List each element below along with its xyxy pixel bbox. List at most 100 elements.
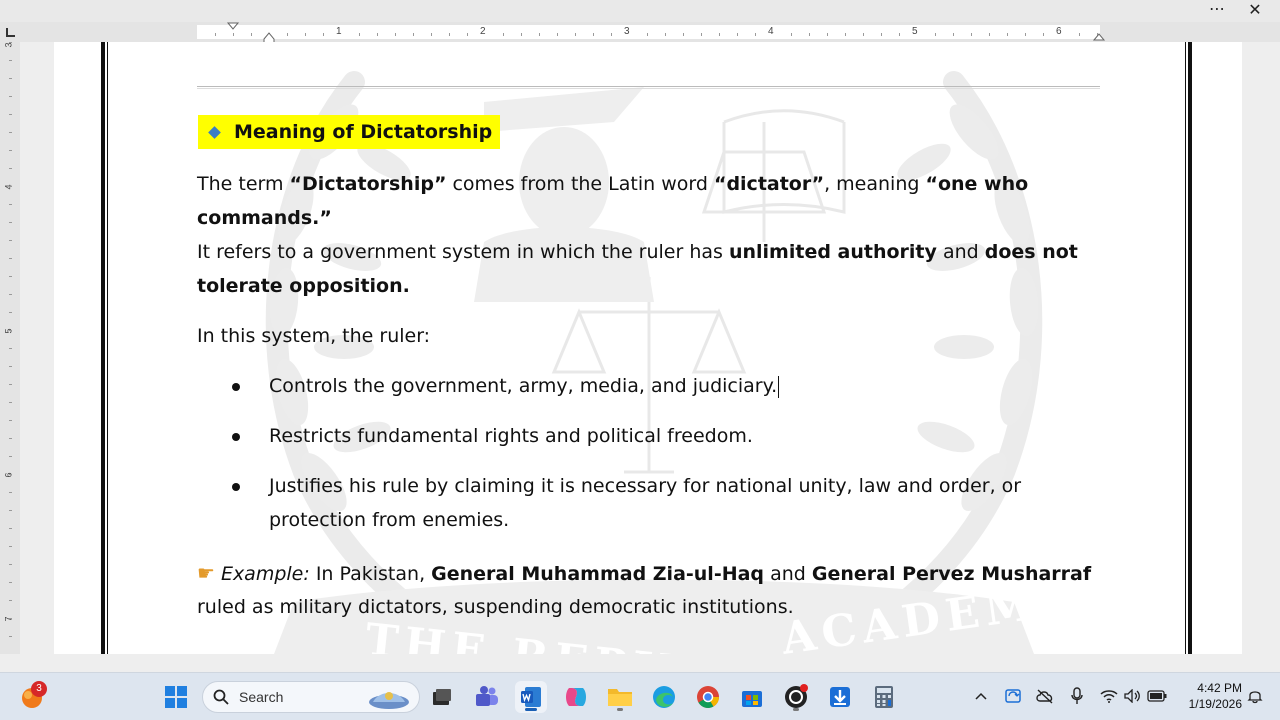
- ruler-number: 5: [912, 26, 918, 37]
- onedrive-button[interactable]: [1034, 685, 1056, 707]
- paragraph-2-line-1[interactable]: It refers to a government system in whic…: [197, 235, 1078, 269]
- download-icon: [830, 687, 850, 707]
- vertical-scrollbar[interactable]: [1264, 42, 1280, 654]
- list-item-1[interactable]: Controls the government, army, media, an…: [269, 369, 780, 403]
- ruler-tick: [9, 582, 12, 583]
- system-clock[interactable]: 4:42 PM 1/19/2026: [1178, 680, 1242, 712]
- tab-selector-icon[interactable]: [6, 28, 15, 37]
- chrome-button[interactable]: [692, 681, 724, 713]
- pointing-hand-icon: ☛: [197, 561, 215, 585]
- show-hidden-icons-button[interactable]: [970, 685, 992, 707]
- ruler-tick: [1025, 33, 1026, 36]
- list-item-3[interactable]: Justifies his rule by claiming it is nec…: [269, 469, 1021, 503]
- vertical-ruler[interactable]: 3 4 5 6 7: [0, 42, 20, 654]
- ruler-tick: [9, 312, 12, 313]
- word-button[interactable]: [515, 681, 547, 713]
- battery-button[interactable]: [1146, 685, 1168, 707]
- horizontal-ruler[interactable]: 1 2 3 4 5 6: [0, 22, 1280, 44]
- ruler-tick: [737, 33, 738, 36]
- microphone-icon: [1071, 687, 1083, 704]
- ruler-tick: [9, 564, 12, 565]
- ruler-tick: [9, 546, 12, 547]
- ruler-tick: [9, 348, 12, 349]
- ruler-tick: [305, 33, 306, 36]
- bold-term: unlimited authority: [728, 241, 937, 263]
- ruler-tick: [9, 42, 12, 43]
- bold-term: “dictator”: [713, 173, 825, 195]
- taskbar-search-box[interactable]: Search: [202, 681, 420, 713]
- edge-button[interactable]: [648, 681, 680, 713]
- diamond-bullet-icon: [208, 125, 221, 139]
- ruler-tick: [611, 33, 612, 36]
- ruler-tick: [9, 528, 12, 529]
- widgets-button[interactable]: 3: [16, 681, 48, 713]
- running-indicator: [617, 708, 623, 711]
- close-button[interactable]: ✕: [1244, 0, 1266, 20]
- bold-term: General Pervez Musharraf: [811, 563, 1092, 585]
- file-explorer-button[interactable]: [604, 681, 636, 713]
- ruler-tick: [9, 294, 12, 295]
- example-line-1[interactable]: ☛ Example: In Pakistan, General Muhammad …: [197, 556, 1091, 591]
- microphone-button[interactable]: [1066, 685, 1088, 707]
- chatgpt-icon: [785, 684, 808, 708]
- ruler-tick: [9, 276, 12, 277]
- volume-button[interactable]: [1122, 685, 1144, 707]
- sync-button[interactable]: [1002, 685, 1024, 707]
- bold-term: does not: [984, 241, 1078, 263]
- example-line-2[interactable]: ruled as military dictators, suspending …: [197, 590, 794, 624]
- section-heading[interactable]: Meaning of Dictatorship: [198, 115, 501, 149]
- calculator-icon: [875, 686, 893, 708]
- task-view-button[interactable]: [426, 681, 458, 713]
- text-run: The term: [197, 173, 290, 195]
- start-button[interactable]: [160, 681, 192, 713]
- ruler-tick: [431, 33, 432, 36]
- search-label: Search: [239, 689, 284, 705]
- search-icon: [213, 689, 229, 705]
- ruler-tick: [557, 33, 558, 36]
- ruler-tick: [539, 33, 540, 36]
- right-indent-marker[interactable]: [1092, 32, 1106, 42]
- wifi-button[interactable]: [1098, 685, 1120, 707]
- taskbar: 3 Search 4:42 PM 1/19/2026: [0, 672, 1280, 720]
- paragraph-1-line-1[interactable]: The term “Dictatorship” comes from the L…: [197, 167, 1028, 201]
- ruler-tick: [9, 186, 12, 187]
- calculator-button[interactable]: [868, 681, 900, 713]
- teams-icon: [476, 686, 498, 706]
- paragraph-3[interactable]: In this system, the ruler:: [197, 319, 430, 353]
- downloads-button[interactable]: [824, 681, 856, 713]
- ruler-tick: [9, 168, 12, 169]
- ruler-tick: [9, 384, 12, 385]
- text-run: comes from the Latin word: [446, 173, 714, 195]
- ruler-tick: [449, 33, 450, 36]
- bottom-strip: [0, 654, 1280, 672]
- clock-time: 4:42 PM: [1197, 681, 1242, 695]
- ruler-tick: [899, 33, 900, 36]
- ruler-tick: [845, 33, 846, 36]
- chatgpt-button[interactable]: [780, 681, 812, 713]
- ruler-tick: [755, 33, 756, 36]
- notifications-button[interactable]: [1244, 685, 1266, 707]
- microsoft-store-button[interactable]: [736, 681, 768, 713]
- ruler-tick: [9, 636, 12, 637]
- list-item-2[interactable]: Restricts fundamental rights and politic…: [269, 419, 753, 453]
- paragraph-1-line-2[interactable]: commands.”: [197, 201, 332, 235]
- ruler-tick: [9, 222, 12, 223]
- list-item-3-continued[interactable]: protection from enemies.: [269, 503, 509, 537]
- ruler-tick: [9, 240, 12, 241]
- copilot-button[interactable]: [560, 681, 592, 713]
- first-line-indent-marker[interactable]: [226, 22, 240, 32]
- header-separator: [197, 86, 1100, 89]
- ruler-tick: [287, 33, 288, 36]
- ruler-tick: [9, 510, 12, 511]
- document-page[interactable]: THE REPU ACADEMY Meaning of Dictatorship…: [54, 42, 1242, 654]
- ruler-tick: [1007, 33, 1008, 36]
- ruler-tick: [413, 33, 414, 36]
- ruler-tick: [9, 456, 12, 457]
- more-options-button[interactable]: ⋯: [1206, 0, 1228, 20]
- ruler-tick: [665, 33, 666, 36]
- paragraph-2-line-2[interactable]: tolerate opposition.: [197, 269, 410, 303]
- ruler-tick: [989, 33, 990, 36]
- ruler-tick: [953, 33, 954, 36]
- teams-button[interactable]: [471, 681, 503, 713]
- ruler-tick: [9, 96, 12, 97]
